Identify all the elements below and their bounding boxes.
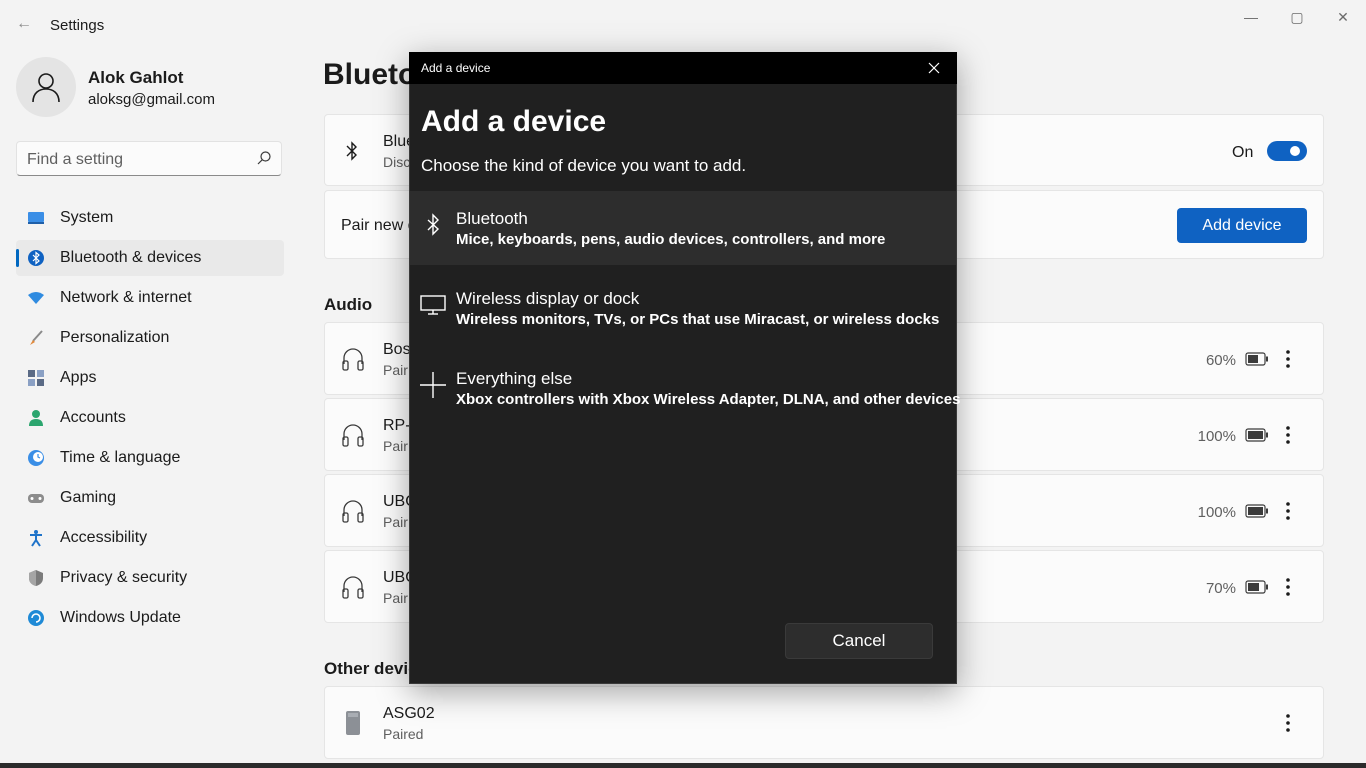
device-card[interactable] [324,686,1324,759]
active-indicator [16,249,19,267]
more-options-icon[interactable] [1278,713,1298,733]
sidebar-item-label: Apps [60,369,97,386]
battery-percent: 100% [1197,504,1236,521]
bluetooth-icon [28,250,44,266]
search-placeholder: Find a setting [27,151,124,168]
option-description: Wireless monitors, TVs, or PCs that use … [456,311,940,328]
dialog-subtitle: Choose the kind of device you want to ad… [421,156,747,175]
sidebar-item-label: Time & language [60,449,181,466]
wifi-icon [28,292,44,304]
close-window-button[interactable]: ✕ [1320,4,1366,30]
sidebar-item-system[interactable] [16,200,284,236]
shield-icon [29,570,43,586]
app-title: Settings [50,17,105,34]
user-icon [32,73,60,103]
device-status: Paired [383,726,424,742]
headphones-icon [342,424,364,447]
battery-icon [1245,352,1268,366]
device-status: Pair [383,362,408,378]
headphones-icon [342,348,364,371]
battery-icon [1245,580,1268,594]
system-icon [28,212,44,224]
monitor-icon [420,295,446,315]
dialog-titlebar [409,52,957,84]
close-icon[interactable] [924,58,944,78]
device-name: RP- [383,417,411,434]
more-options-icon[interactable] [1278,577,1298,597]
accessibility-icon [30,530,42,547]
update-icon [28,610,44,626]
battery-percent: 60% [1205,352,1236,369]
toggle-knob [1290,146,1300,156]
bluetooth-icon [427,213,440,236]
page-title: Blueto [323,58,417,91]
sidebar-item-label: System [60,209,114,226]
add-device-button[interactable]: Add device [1177,208,1307,243]
sidebar-item-label: Personalization [60,329,170,346]
taskbar-edge [0,763,1366,768]
dialog-heading: Add a device [421,105,607,138]
clock-globe-icon [28,450,44,466]
sidebar-item-label: Bluetooth & devices [60,249,202,266]
option-title: Wireless display or dock [456,289,640,308]
sidebar-item-label: Gaming [60,489,117,506]
sidebar-item-accessibility[interactable] [16,520,284,556]
sidebar-item-label: Accessibility [60,529,148,546]
device-generic-icon [346,711,360,735]
headphones-icon [342,576,364,599]
battery-icon [1245,428,1268,442]
device-name: ASG02 [383,705,435,722]
maximize-button[interactable]: ▢ [1274,4,1320,30]
battery-icon [1245,504,1268,518]
sidebar-item-apps[interactable] [16,360,284,396]
toggle-label: On [1232,144,1254,161]
brush-icon [30,330,43,345]
device-status: Pair [383,590,408,606]
battery-percent: 100% [1197,428,1236,445]
sidebar-item-label: Network & internet [60,289,192,306]
more-options-icon[interactable] [1278,425,1298,445]
more-options-icon[interactable] [1278,501,1298,521]
option-description: Mice, keyboards, pens, audio devices, co… [456,231,886,248]
avatar[interactable] [16,57,76,117]
battery-percent: 70% [1205,580,1236,597]
apps-icon [28,370,44,386]
bluetooth-toggle[interactable] [1267,141,1307,161]
dialog-titlebar-text: Add a device [421,61,491,75]
search-icon[interactable] [256,150,272,166]
device-status: Pair [383,514,408,530]
minimize-button[interactable]: — [1228,4,1274,30]
user-email: aloksg@gmail.com [88,91,215,108]
user-name: Alok Gahlot [88,68,184,87]
sidebar-item-accounts[interactable] [16,400,284,436]
section-title-audio: Audio [324,295,373,314]
device-name: Bos [383,341,411,358]
sidebar-item-label: Windows Update [60,609,181,626]
more-options-icon[interactable] [1278,349,1298,369]
option-title: Everything else [456,369,573,388]
bluetooth-icon [346,141,357,161]
back-button[interactable]: ← [14,14,34,34]
option-title: Bluetooth [456,209,528,228]
sidebar-item-label: Accounts [60,409,126,426]
card-title: Pair new d [341,217,417,234]
device-status: Pair [383,438,408,454]
headphones-icon [342,500,364,523]
card-subtitle: Disc [383,154,411,170]
cancel-button[interactable]: Cancel [785,623,933,659]
option-description: Xbox controllers with Xbox Wireless Adap… [456,391,961,408]
sidebar-item-gaming[interactable] [16,480,284,516]
plus-icon [420,372,446,398]
section-title-other: Other devic [324,659,418,678]
sidebar-item-label: Privacy & security [60,569,188,586]
accounts-icon [29,410,43,426]
gamepad-icon [28,494,44,503]
